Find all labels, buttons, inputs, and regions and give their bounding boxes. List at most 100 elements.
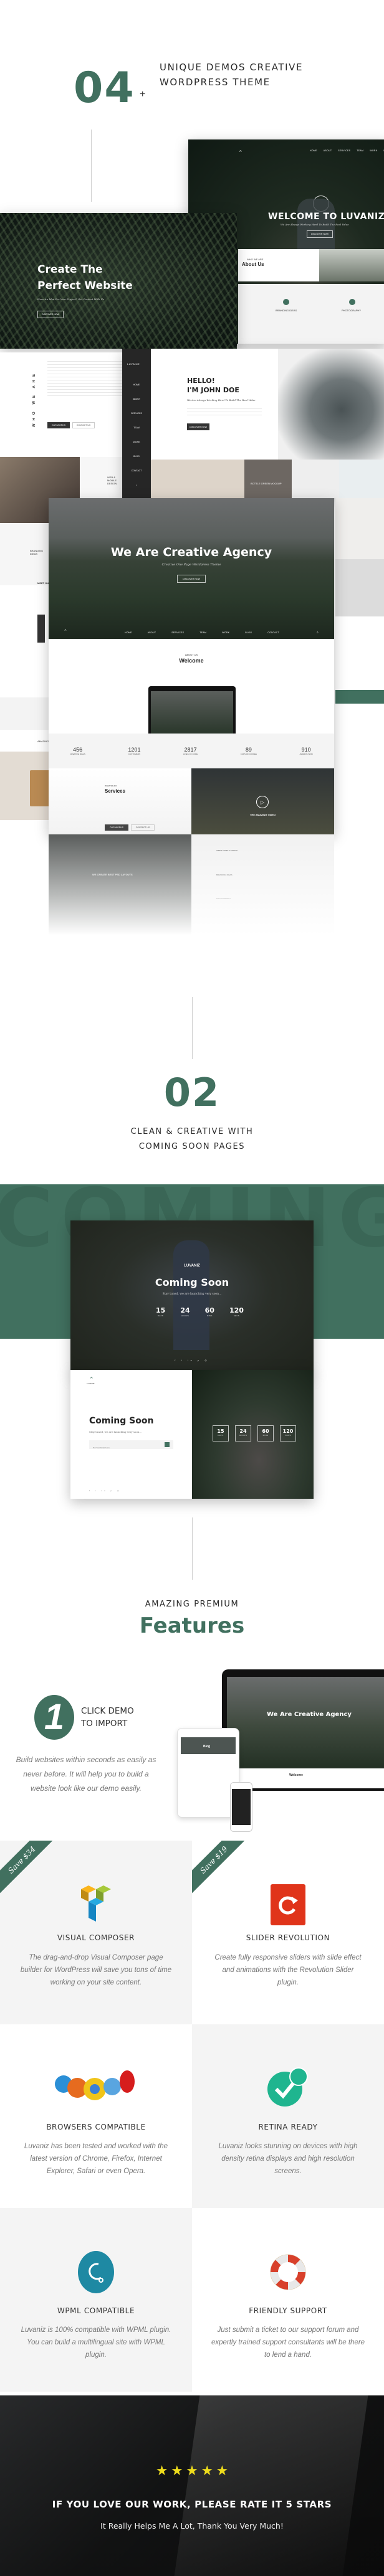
sidebar-item[interactable]: BLOG [133, 455, 140, 458]
email-field[interactable] [89, 1440, 173, 1452]
who-branding-panel: BRANDING IDEAS [0, 523, 50, 585]
nav-item[interactable]: ABOUT [148, 631, 156, 634]
agency-stats: 456 CREATIVE IDEAS 1201 CUSTOMERS 2817 L… [49, 734, 334, 768]
who-contact-button[interactable]: CONTACT US [72, 422, 95, 428]
countdown-label: DAYS [158, 1314, 164, 1317]
demo-agency-screen: We Are Creative Agency Creative One Page… [49, 498, 334, 834]
section1-number: 04 [74, 64, 135, 113]
nav-item[interactable]: HOME [125, 631, 132, 634]
nav-item[interactable]: TEAM [199, 631, 206, 634]
demo-welcome-button[interactable]: DISCOVER NOW [307, 230, 333, 238]
stat-label: LINES OF CODE [183, 753, 198, 755]
save-ribbon: Save $19 [192, 1841, 249, 1895]
search-icon[interactable]: ⌕ [136, 484, 137, 486]
star-icon[interactable]: ★ [156, 2463, 168, 2478]
services-works-button[interactable]: OUR WORKS [105, 824, 128, 831]
sidebar-item[interactable]: TEAM [133, 427, 140, 429]
hello-button[interactable]: DISCOVER NOW [187, 423, 209, 430]
about-title: About Us [242, 262, 264, 267]
agency-services: WHAT WE DO Services OUR WORKS CONTACT US [49, 768, 191, 834]
stat-label: CUSTOMERS [128, 753, 140, 755]
demo-sidebar-screen: LUVANIZ HOME ABOUT SERVICES TEAM WORK BL… [122, 349, 384, 498]
countdown-value: 24 [239, 1428, 247, 1434]
lifebuoy-icon [270, 2254, 306, 2290]
demo-fern-button[interactable]: DISCOVER NOW [37, 311, 64, 318]
countdown-value: 120 [282, 1428, 294, 1434]
star-icon[interactable]: ★ [186, 2463, 198, 2478]
service-item: PHOTOGRAPHY [216, 897, 231, 900]
nav-item[interactable]: WORK [370, 149, 377, 152]
stat-value: 2817 [184, 747, 197, 753]
who-works-button[interactable]: OUR WORKS [47, 422, 70, 428]
agency-button[interactable]: DISCOVER NOW [177, 575, 206, 583]
demo-fern-title-line1: Create The [37, 263, 103, 276]
slider-revolution-icon [271, 1884, 305, 1925]
sidebar-item[interactable]: SERVICES [131, 412, 142, 415]
nav-item[interactable]: CONTACT [267, 631, 279, 634]
portfolio-kraft [151, 460, 244, 498]
stat-item: 456 CREATIVE IDEAS [70, 747, 85, 755]
countdown-label: SECS [285, 1434, 291, 1437]
nav-item[interactable]: TEAM [357, 149, 363, 152]
countdown-value: 60 [204, 1306, 214, 1314]
misty-trees-image [319, 249, 384, 281]
hello-title: HELLO! I'M JOHN DOE [187, 376, 239, 395]
stat-item: 910 AWARDS WON [300, 747, 313, 755]
sidebar-menu: HOME ABOUT SERVICES TEAM WORK BLOG CONTA… [122, 384, 151, 486]
countdown-value: 120 [229, 1306, 244, 1314]
sidebar-item[interactable]: WORK [133, 441, 140, 443]
nav-item[interactable]: BLOG [245, 631, 252, 634]
about-eyebrow: WHO WE ARE [247, 258, 264, 261]
stat-label: CUPS OF COFFEE [240, 753, 257, 755]
nav-item[interactable]: SERVICES [171, 631, 184, 634]
nav-item[interactable]: SERVICES [338, 149, 350, 152]
send-button[interactable] [165, 1442, 170, 1447]
mountain-logo-icon: ⌃ [238, 149, 243, 156]
social-icons[interactable]: f t in p ◎ [89, 1489, 122, 1492]
star-icon[interactable]: ★ [171, 2463, 183, 2478]
rate-subtitle: It Really Helps Me A Lot, Thank You Very… [100, 2521, 284, 2531]
hello-subtitle: We Are Always Working Hard To Build The … [187, 399, 256, 402]
nav-item[interactable]: WORK [222, 631, 229, 634]
email-input[interactable] [89, 1443, 158, 1452]
rate-section: ★ ★ ★ ★ ★ IF YOU LOVE OUR WORK, PLEASE R… [0, 2395, 384, 2576]
countdown-item: 60 MINS [205, 1306, 214, 1317]
feature-retina: RETINA READY Luvaniz looks stunning on d… [192, 2024, 384, 2208]
tablet-header: Blog [181, 1737, 236, 1754]
countdown-item: 24 HOURS [235, 1425, 251, 1441]
stat-item: 2817 LINES OF CODE [183, 747, 198, 755]
countdown-label: HOURS [239, 1434, 247, 1437]
agency-service-list: WEB & MOBILE DESIGN BRANDING IDEAS PHOTO… [191, 834, 334, 935]
sidebar-item[interactable]: HOME [133, 384, 140, 386]
hello-paragraph [187, 406, 262, 417]
star-icon[interactable]: ★ [201, 2463, 213, 2478]
one-click-title-line1: CLICK DEMO [81, 1706, 134, 1716]
star-icon[interactable]: ★ [216, 2463, 229, 2478]
stat-value: 89 [245, 747, 252, 753]
search-icon[interactable]: ⌕ [317, 631, 319, 635]
nav-item[interactable]: ABOUT [324, 149, 332, 152]
rate-title: IF YOU LOVE OUR WORK, PLEASE RATE IT 5 S… [52, 2499, 332, 2510]
feature-title: PHOTOGRAPHY [342, 309, 362, 312]
divider-line [192, 1517, 193, 1580]
countdown-item: 120 SECS [280, 1425, 296, 1441]
social-icons[interactable]: f t in p ◎ [70, 1359, 314, 1362]
feature-title: RETINA READY [258, 2123, 318, 2131]
portfolio-caption: BOTTLE GREEN MOCKUP [251, 482, 282, 485]
coming-soon-1-countdown: 15 DAYS 24 HOURS 60 MINS 120 SECS [156, 1306, 244, 1317]
who-gray-strip [0, 697, 50, 730]
countdown-value: 60 [262, 1428, 269, 1434]
play-icon[interactable]: ▷ [256, 796, 269, 808]
nav-item[interactable]: HOME [310, 149, 317, 152]
stat-value: 910 [301, 747, 311, 753]
star-rating[interactable]: ★ ★ ★ ★ ★ [0, 2463, 384, 2479]
social-bar [37, 615, 45, 643]
feature-slider-revolution: Save $19 SLIDER REVOLUTION Create fully … [192, 1841, 384, 2024]
feature-support: FRIENDLY SUPPORT Just submit a ticket to… [192, 2208, 384, 2392]
demo-welcome-about: WHO WE ARE About Us [238, 249, 319, 281]
services-contact-button[interactable]: CONTACT US [131, 824, 155, 831]
stat-item: 1201 CUSTOMERS [128, 747, 140, 755]
sidebar-item[interactable]: ABOUT [133, 398, 140, 400]
countdown-label: MINS [262, 1434, 269, 1437]
sidebar-item[interactable]: CONTACT [132, 469, 142, 472]
